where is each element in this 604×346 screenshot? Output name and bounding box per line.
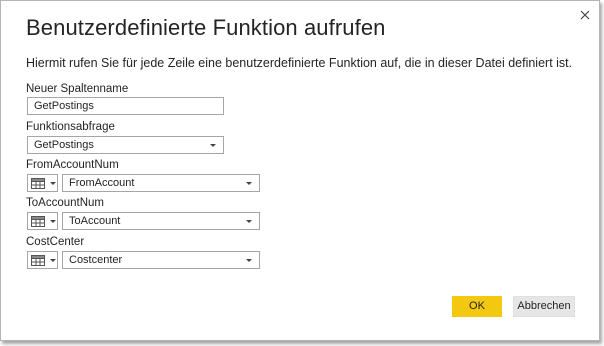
- param-value-fromaccountnum: FromAccount: [69, 177, 135, 189]
- chevron-down-icon: [246, 220, 252, 223]
- ok-button[interactable]: OK: [452, 296, 502, 317]
- chevron-down-icon: [246, 182, 252, 185]
- param-type-button-fromaccountnum[interactable]: [27, 174, 58, 192]
- param-label-toaccountnum: ToAccountNum: [26, 197, 104, 209]
- cancel-button[interactable]: Abbrechen: [513, 296, 575, 317]
- new-column-name-input[interactable]: GetPostings: [27, 97, 224, 115]
- param-value-select-costcenter[interactable]: Costcenter: [62, 251, 260, 269]
- param-type-button-toaccountnum[interactable]: [27, 212, 58, 230]
- param-label-fromaccountnum: FromAccountNum: [26, 159, 119, 171]
- chevron-down-icon: [246, 259, 252, 262]
- invoke-custom-function-dialog: Benutzerdefinierte Funktion aufrufen Hie…: [0, 0, 600, 341]
- function-query-select[interactable]: GetPostings: [27, 136, 224, 154]
- chevron-down-icon: [210, 144, 216, 147]
- chevron-down-icon: [50, 182, 56, 185]
- close-button[interactable]: [575, 6, 595, 24]
- dialog-title: Benutzerdefinierte Funktion aufrufen: [26, 15, 386, 40]
- table-column-icon: [31, 216, 45, 227]
- table-column-icon: [31, 255, 45, 266]
- chevron-down-icon: [50, 220, 56, 223]
- table-column-icon: [31, 178, 45, 189]
- param-value-toaccountnum: ToAccount: [69, 215, 121, 227]
- dialog-description: Hiermit rufen Sie für jede Zeile eine be…: [26, 56, 573, 70]
- close-icon: [580, 10, 590, 20]
- new-column-name-label: Neuer Spaltenname: [26, 83, 129, 95]
- param-value-select-toaccountnum[interactable]: ToAccount: [62, 212, 260, 230]
- param-label-costcenter: CostCenter: [26, 236, 85, 248]
- chevron-down-icon: [50, 259, 56, 262]
- param-value-costcenter: Costcenter: [69, 254, 123, 266]
- function-query-label: Funktionsabfrage: [26, 121, 115, 133]
- param-value-select-fromaccountnum[interactable]: FromAccount: [62, 174, 260, 192]
- param-type-button-costcenter[interactable]: [27, 251, 58, 269]
- function-query-value: GetPostings: [34, 139, 94, 151]
